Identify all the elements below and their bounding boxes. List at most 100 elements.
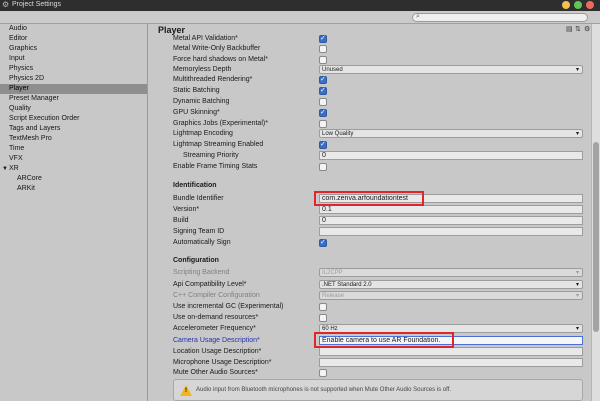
sidebar-item-textmesh-pro[interactable]: TextMesh Pro [0, 134, 147, 144]
api-compatibility-dropdown[interactable]: .NET Standard 2.0 ▾ [319, 280, 583, 289]
scrollbar-thumb[interactable] [593, 142, 599, 332]
sidebar-item-label: Physics 2D [9, 75, 45, 82]
streaming-priority-input[interactable]: 0 [319, 151, 583, 160]
metal-write-only-checkbox[interactable] [319, 45, 327, 53]
incremental-gc-checkbox[interactable] [319, 303, 327, 311]
sidebar-item-quality[interactable]: Quality [0, 104, 147, 114]
field-label: Streaming Priority [183, 152, 239, 159]
search-icon: ⌕ [416, 13, 420, 20]
identification-heading: Identification [173, 182, 217, 189]
sidebar-item-label: TextMesh Pro [9, 135, 52, 142]
sidebar-item-vfx[interactable]: VFX [0, 154, 147, 164]
sidebar-item-editor[interactable]: Editor [0, 34, 147, 44]
field-label: Lightmap Streaming Enabled [173, 141, 264, 148]
field-label: Mute Other Audio Sources* [173, 369, 258, 376]
lightmap-encoding-dropdown[interactable]: Low Quality ▾ [319, 129, 583, 138]
field-label: GPU Skinning* [173, 109, 220, 116]
warning-icon: ! [180, 385, 192, 396]
chevron-down-icon: ▾ [575, 282, 579, 288]
field-label: Metal Write-Only Backbuffer [173, 45, 261, 52]
field-label: Graphics Jobs (Experimental)* [173, 120, 268, 127]
row-dynamic-batching: Dynamic Batching [173, 97, 583, 107]
chevron-down-icon: ▾ [575, 326, 579, 332]
field-label: Dynamic Batching [173, 98, 230, 105]
configuration-heading: Configuration [173, 257, 219, 264]
frame-timing-stats-checkbox[interactable] [319, 163, 327, 171]
row-incremental-gc: Use incremental GC (Experimental) [173, 302, 583, 312]
sidebar-item-label: Quality [9, 105, 31, 112]
row-mute-other-audio: Mute Other Audio Sources* [173, 368, 583, 378]
gpu-skinning-checkbox[interactable] [319, 108, 327, 117]
row-on-demand-resources: Use on-demand resources* [173, 313, 583, 323]
build-input[interactable]: 0 [319, 216, 583, 225]
row-automatically-sign: Automatically Sign [173, 238, 583, 248]
field-label: Location Usage Description* [173, 348, 262, 355]
cpp-compiler-dropdown: Release ▾ [319, 291, 583, 300]
row-build: Build 0 [173, 216, 583, 226]
maximize-window-icon[interactable] [574, 1, 582, 9]
row-signing-team-id: Signing Team ID [173, 227, 583, 237]
dynamic-batching-checkbox[interactable] [319, 98, 327, 106]
close-window-icon[interactable] [586, 1, 594, 9]
dropdown-value: IL2CPP [322, 270, 343, 276]
sidebar-item-label: Time [9, 145, 25, 152]
sidebar-item-label: Physics [9, 65, 34, 72]
on-demand-resources-checkbox[interactable] [319, 314, 327, 322]
row-version: Version* 0.1 [173, 205, 583, 215]
signing-team-id-input[interactable] [319, 227, 583, 236]
multithreaded-rendering-checkbox[interactable] [319, 75, 327, 84]
sidebar-item-graphics[interactable]: Graphics [0, 44, 147, 54]
graphics-jobs-checkbox[interactable] [319, 120, 327, 128]
sidebar-item-player[interactable]: Player [0, 84, 147, 94]
sidebar-item-label: Player [9, 85, 29, 92]
sidebar-item-input[interactable]: Input [0, 54, 147, 64]
mute-other-audio-checkbox[interactable] [319, 369, 327, 377]
sidebar-item-arkit[interactable]: ARKit [0, 184, 147, 194]
help-book-icon[interactable]: ▤ [566, 26, 573, 33]
memoryless-depth-dropdown[interactable]: Unused ▾ [319, 65, 583, 74]
static-batching-checkbox[interactable] [319, 86, 327, 95]
chevron-down-icon: ▾ [575, 131, 579, 137]
sidebar-item-arcore[interactable]: ARCore [0, 174, 147, 184]
row-metal-write-only: Metal Write-Only Backbuffer [173, 44, 583, 54]
field-label: Bundle Identifier [173, 195, 224, 202]
preset-icon[interactable]: ⇅ [575, 26, 582, 33]
sidebar-item-label: Editor [9, 35, 28, 42]
lightmap-streaming-checkbox[interactable] [319, 140, 327, 149]
field-label: Microphone Usage Description* [173, 359, 272, 366]
sidebar-item-label: Graphics [9, 45, 38, 52]
field-label: Multithreaded Rendering* [173, 76, 253, 83]
vertical-scrollbar[interactable] [591, 24, 600, 401]
field-label: Api Compatibility Level* [173, 281, 247, 288]
sidebar-item-label: Script Execution Order [9, 115, 80, 122]
sidebar-item-label: Tags and Layers [9, 125, 61, 132]
sidebar-item-label: Preset Manager [9, 95, 59, 102]
field-label: Static Batching [173, 87, 220, 94]
more-options-icon[interactable]: ⚙ [584, 26, 591, 33]
sidebar-item-xr[interactable]: ▼ XR [0, 164, 147, 174]
chevron-down-icon: ▾ [575, 293, 579, 299]
chevron-down-icon: ▾ [575, 67, 579, 73]
sidebar-item-audio[interactable]: Audio [0, 24, 147, 34]
microphone-usage-input[interactable] [319, 358, 583, 367]
version-input[interactable]: 0.1 [319, 205, 583, 214]
field-label: Force hard shadows on Metal* [173, 56, 268, 63]
expand-triangle-icon[interactable]: ▼ [2, 164, 8, 174]
automatically-sign-checkbox[interactable] [319, 238, 327, 247]
sidebar-item-physics-2d[interactable]: Physics 2D [0, 74, 147, 84]
row-gpu-skinning: GPU Skinning* [173, 108, 583, 118]
sidebar-item-script-execution-order[interactable]: Script Execution Order [0, 114, 147, 124]
metal-api-validation-checkbox[interactable] [319, 34, 327, 43]
row-scripting-backend: Scripting Backend IL2CPP ▾ [173, 268, 583, 278]
sidebar-item-time[interactable]: Time [0, 144, 147, 154]
sidebar-item-label: VFX [9, 155, 23, 162]
force-hard-shadows-checkbox[interactable] [319, 56, 327, 64]
sidebar-item-preset-manager[interactable]: Preset Manager [0, 94, 147, 104]
search-input[interactable]: ⌕ [412, 13, 588, 22]
sidebar-item-physics[interactable]: Physics [0, 64, 147, 74]
sidebar-item-tags-and-layers[interactable]: Tags and Layers [0, 124, 147, 134]
location-usage-input[interactable] [319, 347, 583, 356]
warning-help-box: ! Audio input from Bluetooth microphones… [173, 379, 583, 401]
minimize-window-icon[interactable] [562, 1, 570, 9]
row-streaming-priority: Streaming Priority 0 [173, 151, 583, 161]
